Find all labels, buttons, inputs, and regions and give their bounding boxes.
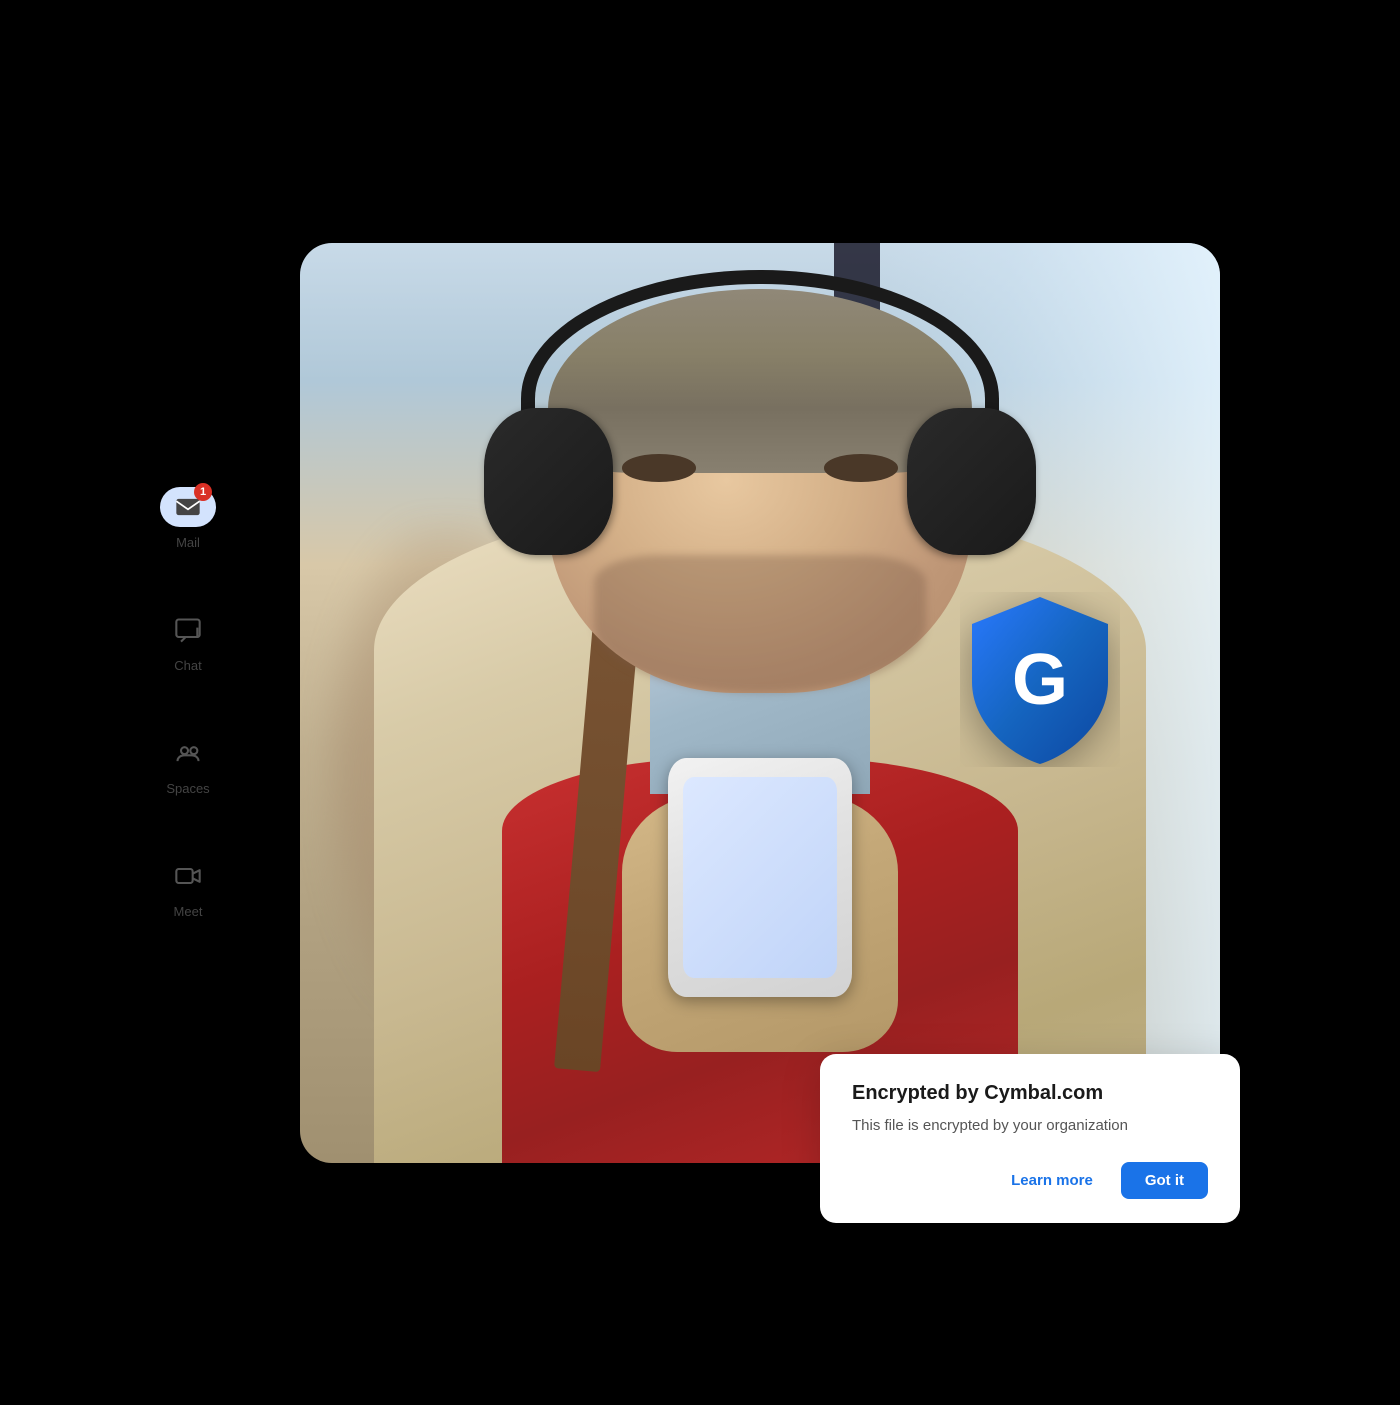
learn-more-button[interactable]: Learn more	[995, 1162, 1109, 1199]
photo-area: G	[300, 243, 1220, 1163]
encryption-card: Encrypted by Cymbal.com This file is enc…	[820, 1054, 1240, 1223]
mail-label: Mail	[176, 535, 200, 550]
chat-icon-container	[160, 610, 216, 650]
card-title: Encrypted by Cymbal.com	[852, 1082, 1208, 1105]
meet-icon-container	[160, 856, 216, 896]
mail-icon-container: 1	[160, 487, 216, 527]
meet-icon	[174, 862, 202, 890]
mail-badge: 1	[194, 483, 212, 501]
chat-label: Chat	[174, 658, 201, 673]
sidebar-item-spaces[interactable]: Spaces	[160, 733, 216, 796]
google-shield: G	[960, 592, 1120, 767]
meet-label: Meet	[174, 904, 203, 919]
sidebar-item-chat[interactable]: Chat	[160, 610, 216, 673]
svg-text:G: G	[1012, 640, 1068, 720]
card-description: This file is encrypted by your organizat…	[852, 1115, 1208, 1138]
sidebar-item-meet[interactable]: Meet	[160, 856, 216, 919]
card-actions: Learn more Got it	[852, 1162, 1208, 1199]
shield-svg: G	[960, 592, 1120, 767]
spaces-icon-container	[160, 733, 216, 773]
spaces-label: Spaces	[166, 781, 209, 796]
main-container: 1 Mail Chat Spaces	[150, 153, 1250, 1253]
spaces-icon	[174, 739, 202, 767]
chat-icon	[174, 616, 202, 644]
sidebar-item-mail[interactable]: 1 Mail	[160, 487, 216, 550]
got-it-button[interactable]: Got it	[1121, 1162, 1208, 1199]
sidebar: 1 Mail Chat Spaces	[150, 467, 226, 939]
